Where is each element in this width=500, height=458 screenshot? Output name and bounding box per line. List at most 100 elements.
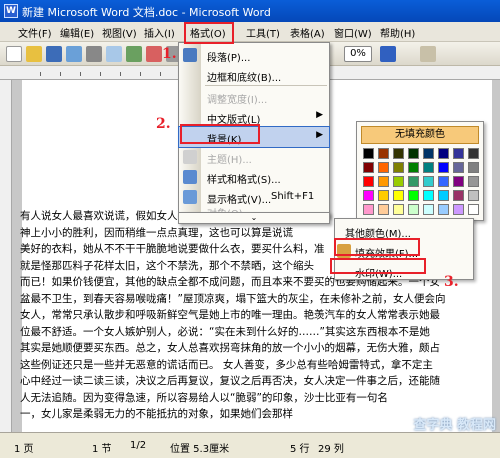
status-bar: 1 页 1 节 1/2 位置 5.3厘米 5 行 29 列	[0, 432, 500, 458]
highlight-format-menu	[184, 22, 234, 44]
menu-table[interactable]: 表格(A)	[290, 25, 325, 40]
site-watermark: 查字典 教程网	[413, 418, 496, 433]
theme-icon	[183, 150, 197, 164]
highlight-watermark	[330, 258, 426, 274]
color-swatch[interactable]	[393, 190, 404, 201]
color-swatch[interactable]	[468, 162, 479, 173]
step-3-label: 3.	[444, 274, 459, 290]
menu-item-styles-formatting[interactable]: 样式和格式(S)...	[179, 167, 329, 187]
color-swatch[interactable]	[453, 190, 464, 201]
status-position: 位置 5.3厘米	[170, 444, 230, 455]
vertical-ruler	[0, 80, 12, 432]
status-pages: 1/2	[130, 440, 147, 451]
step-2-label: 2.	[156, 116, 171, 132]
color-swatch[interactable]	[378, 204, 389, 215]
paragraph-icon	[183, 48, 197, 62]
color-swatch[interactable]	[393, 204, 404, 215]
print-icon[interactable]	[86, 46, 102, 62]
color-swatch[interactable]	[438, 176, 449, 187]
color-swatch[interactable]	[408, 190, 419, 201]
color-swatch[interactable]	[363, 204, 374, 215]
zoom-box[interactable]: 0%	[344, 46, 372, 62]
highlight-background-item	[180, 124, 260, 144]
reading-icon[interactable]	[420, 46, 436, 62]
color-swatch[interactable]	[408, 176, 419, 187]
word-app-icon: W	[4, 4, 18, 18]
color-swatch[interactable]	[378, 190, 389, 201]
menu-help[interactable]: 帮助(H)	[380, 25, 415, 40]
color-swatch[interactable]	[363, 176, 374, 187]
color-swatch[interactable]	[393, 176, 404, 187]
spelling-icon[interactable]	[126, 46, 142, 62]
help-icon[interactable]	[380, 46, 396, 62]
menu-insert[interactable]: 插入(I)	[144, 25, 175, 40]
menu-separator	[205, 85, 327, 86]
color-swatch[interactable]	[363, 190, 374, 201]
color-swatch[interactable]	[423, 190, 434, 201]
color-swatch[interactable]	[453, 176, 464, 187]
color-swatch[interactable]	[408, 204, 419, 215]
color-swatch[interactable]	[408, 162, 419, 173]
menu-edit[interactable]: 编辑(E)	[60, 25, 94, 40]
menu-item-theme: 主题(H)...	[179, 147, 329, 167]
color-swatch[interactable]	[438, 162, 449, 173]
color-swatch[interactable]	[423, 176, 434, 187]
menu-item-paragraph[interactable]: 段落(P)...	[179, 45, 329, 65]
color-swatch[interactable]	[438, 190, 449, 201]
color-swatch[interactable]	[363, 148, 374, 159]
permission-icon[interactable]	[66, 46, 82, 62]
text-line: 其实是她顺便要买东西。总之，女人总喜欢拐弯抹角的放一个小小的烟幕，无伤大雅，颇占	[20, 342, 440, 354]
title-bar: W 新建 Microsoft Word 文档.doc - Microsoft W…	[0, 0, 500, 22]
reveal-icon	[183, 190, 197, 204]
window-title: 新建 Microsoft Word 文档.doc - Microsoft Wor…	[22, 6, 271, 19]
color-swatch[interactable]	[453, 204, 464, 215]
status-line: 5 行	[290, 444, 310, 455]
no-fill-color-button[interactable]: 无填充颜色	[361, 126, 479, 144]
color-swatch[interactable]	[468, 148, 479, 159]
color-swatch[interactable]	[468, 190, 479, 201]
color-swatch[interactable]	[378, 162, 389, 173]
color-swatch[interactable]	[423, 162, 434, 173]
text-line: 女人，常常只承认散步和呼吸新鲜空气是她上市的唯一理由。艳羡汽车的女人常常表示她最	[20, 309, 440, 321]
text-line: 盆最不卫生，到春天容易喉咙痛！”屋顶凉爽，塌下篮大的灰尘，在未修补之前，女人便会…	[20, 292, 446, 305]
status-page: 1 页	[14, 444, 34, 455]
menu-tools[interactable]: 工具(T)	[246, 25, 280, 40]
color-swatch[interactable]	[393, 148, 404, 159]
color-swatch[interactable]	[453, 148, 464, 159]
menu-window[interactable]: 窗口(W)	[334, 25, 372, 40]
print-preview-icon[interactable]	[106, 46, 122, 62]
menu-item-reveal-formatting[interactable]: 显示格式(V)... Shift+F1	[179, 187, 329, 207]
text-line: 心中经过一读二读三读，决议之后再复议，复议之后再否决，女人决定一件事之后，还能随	[20, 375, 440, 387]
color-swatch[interactable]	[408, 148, 419, 159]
research-icon[interactable]	[146, 46, 162, 62]
menu-view[interactable]: 视图(V)	[102, 25, 137, 40]
text-line: 人无法追随。因为变得急速，所以容易给人以“脆弱”的印象，沙士比亚有一句名	[20, 391, 388, 404]
color-swatch[interactable]	[423, 148, 434, 159]
text-line: 这些例证还只是一些并无恶意的谎话而已。 女人善变，多少总有些哈姆雷特式，拿不定主	[20, 358, 433, 371]
background-color-palette: 无填充颜色	[356, 121, 484, 221]
color-swatch[interactable]	[378, 148, 389, 159]
text-line: 位最不舒适。一个女人嫉妒别人，必说：“实在未到什么好的……”其实这东西根本不是她	[20, 325, 430, 338]
menu-expand-chevron-icon[interactable]: ⌄	[178, 212, 330, 224]
menu-item-borders-shading[interactable]: 边框和底纹(B)...	[179, 65, 329, 85]
color-swatch[interactable]	[453, 162, 464, 173]
color-swatch[interactable]	[438, 204, 449, 215]
color-swatch[interactable]	[438, 148, 449, 159]
color-swatch[interactable]	[423, 204, 434, 215]
highlight-fill-effects	[334, 238, 420, 256]
open-folder-icon[interactable]	[26, 46, 42, 62]
submenu-arrow-icon: ▶	[316, 130, 323, 140]
menu-file[interactable]: 文件(F)	[18, 25, 52, 40]
new-doc-icon[interactable]	[6, 46, 22, 62]
menu-bar: 文件(F) 编辑(E) 视图(V) 插入(I) 格式(O) 工具(T) 表格(A…	[0, 22, 500, 42]
save-icon[interactable]	[46, 46, 62, 62]
step-1-label: 1.	[162, 46, 177, 62]
color-swatch[interactable]	[363, 162, 374, 173]
styles-icon	[183, 170, 197, 184]
color-swatch[interactable]	[468, 176, 479, 187]
status-column: 29 列	[318, 444, 344, 455]
color-swatch[interactable]	[378, 176, 389, 187]
color-swatch[interactable]	[393, 162, 404, 173]
status-section: 1 节	[92, 444, 112, 455]
color-swatch[interactable]	[468, 204, 479, 215]
